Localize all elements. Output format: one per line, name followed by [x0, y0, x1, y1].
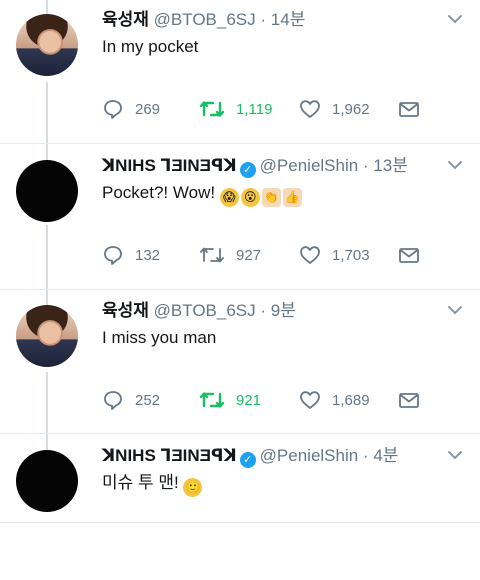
chevron-down-icon[interactable]: [448, 305, 462, 315]
tweet-text-body: 미슈 투 맨!: [102, 473, 184, 492]
retweet-icon: [199, 101, 225, 117]
tweet-divider: [0, 433, 480, 434]
reply-count: 252: [135, 391, 161, 409]
tweet-header: ꓘNIHS ꞀƎINƎꟼꓘ ✓ @PenielShin · 4분: [102, 445, 398, 468]
tweet-text: I miss you man: [102, 328, 217, 347]
tweet-text: In my pocket: [102, 37, 199, 56]
retweet-count: 921: [236, 391, 262, 409]
tweet-divider: [0, 522, 480, 523]
reply-count: 132: [135, 246, 161, 264]
tweet-text-body: Pocket?! Wow!: [102, 183, 220, 202]
tweet-timestamp[interactable]: 9분: [271, 301, 296, 320]
astonished-face-emoji: 😮: [240, 188, 260, 207]
avatar[interactable]: [16, 160, 78, 222]
reply-button[interactable]: 252: [102, 387, 160, 413]
tweet-header: 육성재 @BTOB_6SJ · 9분: [102, 300, 296, 322]
direct-message-button[interactable]: [398, 96, 420, 122]
like-count: 1,689: [332, 391, 370, 409]
separator-dot: ·: [362, 156, 369, 175]
user-handle[interactable]: @PenielShin: [260, 446, 359, 465]
tweet-text: 미슈 투 맨! 🙂: [102, 472, 204, 497]
tweet-header: 육성재 @BTOB_6SJ · 14분: [102, 9, 305, 31]
reply-icon: [104, 246, 122, 265]
envelope-icon: [399, 248, 419, 263]
verified-badge-icon: ✓: [239, 452, 256, 468]
display-name[interactable]: ꓘNIHS ꞀƎINƎꟼꓘ: [102, 446, 237, 465]
user-handle[interactable]: @BTOB_6SJ: [154, 10, 256, 29]
retweet-button[interactable]: 1,119: [199, 96, 272, 122]
heart-icon: [300, 246, 320, 264]
tweet-actions: 132 927 1,703: [102, 242, 432, 268]
user-handle[interactable]: @PenielShin: [260, 156, 359, 175]
like-button[interactable]: 1,703: [299, 242, 370, 268]
verified-badge-icon: ✓: [239, 162, 256, 178]
avatar[interactable]: [16, 450, 78, 512]
display-name[interactable]: 육성재: [102, 301, 149, 320]
like-button[interactable]: 1,962: [299, 96, 370, 122]
direct-message-button[interactable]: [398, 387, 420, 413]
tweet-divider: [0, 289, 480, 290]
smiling-face-emoji: 🙂: [183, 478, 203, 497]
tweet-divider: [0, 143, 480, 144]
reply-button[interactable]: 269: [102, 96, 160, 122]
retweet-count: 927: [236, 246, 262, 264]
heart-icon: [300, 391, 320, 409]
reply-icon: [104, 391, 122, 410]
separator-dot: ·: [260, 10, 267, 29]
reply-button[interactable]: 132: [102, 242, 160, 268]
chevron-down-icon[interactable]: [448, 450, 462, 460]
tweet-header: ꓘNIHS ꞀƎINƎꟼꓘ ✓ @PenielShin · 13분: [102, 155, 408, 178]
tweet-timestamp[interactable]: 13분: [373, 156, 408, 175]
tweet-text: Pocket?! Wow! 😱 😮 👏 👍: [102, 182, 304, 207]
like-button[interactable]: 1,689: [299, 387, 370, 413]
retweet-icon: [200, 247, 224, 263]
separator-dot: ·: [260, 301, 267, 320]
avatar[interactable]: [16, 14, 78, 76]
thumbs-up-emoji: 👍: [282, 188, 302, 207]
retweet-button[interactable]: 921: [199, 387, 261, 413]
tweet-actions: 252 921 1,689: [102, 387, 432, 413]
avatar[interactable]: [16, 305, 78, 367]
tweet[interactable]: ꓘNIHS ꞀƎINƎꟼꓘ ✓ @PenielShin · 13분 Pocket?!…: [0, 146, 480, 290]
envelope-icon: [399, 393, 419, 408]
retweet-button[interactable]: 927: [199, 242, 261, 268]
tweet-timestamp[interactable]: 14분: [271, 10, 306, 29]
retweet-count: 1,119: [236, 100, 273, 118]
reply-icon: [104, 100, 122, 119]
user-handle[interactable]: @BTOB_6SJ: [154, 301, 256, 320]
tweet-thread: 육성재 @BTOB_6SJ · 14분 In my pocket 269 1,1…: [0, 0, 480, 534]
reply-count: 269: [135, 100, 161, 118]
tweet-actions: 269 1,119 1,962: [102, 96, 432, 122]
retweet-icon: [199, 392, 225, 408]
envelope-icon: [399, 102, 419, 117]
display-name[interactable]: ꓘNIHS ꞀƎINƎꟼꓘ: [102, 156, 237, 175]
tweet-timestamp[interactable]: 4분: [373, 446, 398, 465]
tweet[interactable]: 육성재 @BTOB_6SJ · 9분 I miss you man 252 92…: [0, 291, 480, 435]
tweet[interactable]: 육성재 @BTOB_6SJ · 14분 In my pocket 269 1,1…: [0, 0, 480, 144]
tweet[interactable]: ꓘNIHS ꞀƎINƎꟼꓘ ✓ @PenielShin · 4분 미슈 투 맨! 🙂: [0, 436, 480, 580]
chevron-down-icon[interactable]: [448, 14, 462, 24]
separator-dot: ·: [362, 446, 369, 465]
like-count: 1,703: [332, 246, 370, 264]
chevron-down-icon[interactable]: [448, 160, 462, 170]
direct-message-button[interactable]: [398, 242, 420, 268]
like-count: 1,962: [332, 100, 370, 118]
screaming-face-emoji: 😱: [219, 188, 239, 207]
display-name[interactable]: 육성재: [102, 10, 149, 29]
clapping-hands-emoji: 👏: [261, 188, 281, 207]
heart-icon: [300, 100, 320, 118]
